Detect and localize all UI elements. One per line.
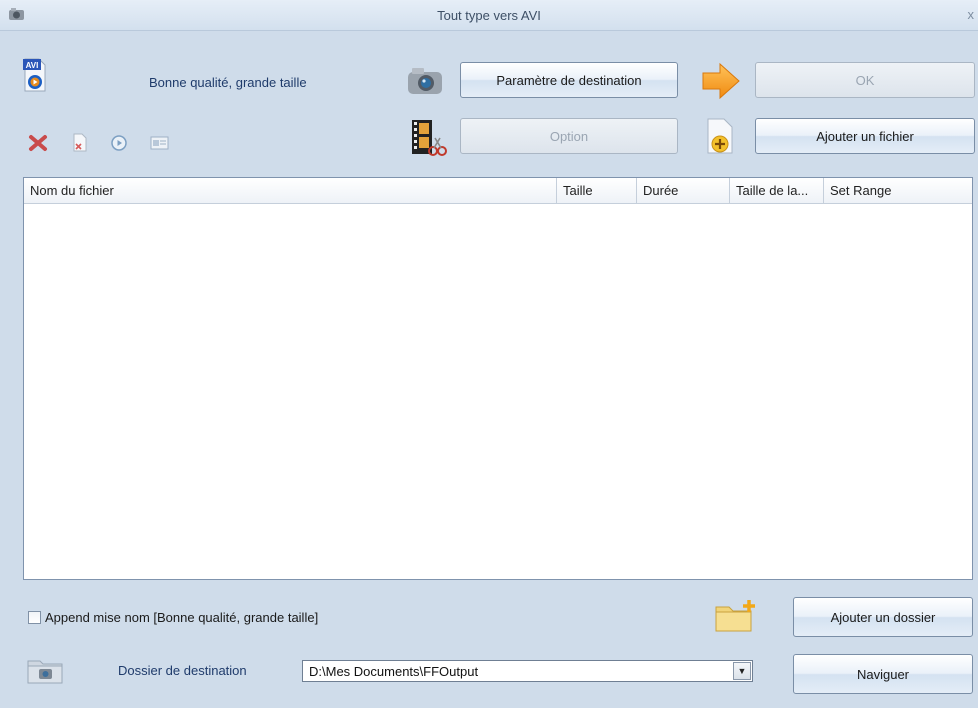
chevron-down-icon[interactable]: ▼ (733, 662, 751, 680)
destination-folder-label: Dossier de destination (118, 663, 247, 678)
info-icon[interactable] (150, 135, 170, 151)
option-button[interactable]: Option (460, 118, 678, 154)
append-name-checkbox[interactable] (28, 611, 41, 624)
destination-path-combo[interactable]: D:\Mes Documents\FFOutput ▼ (302, 660, 753, 682)
add-folder-icon[interactable] (713, 597, 759, 635)
profile-label: Bonne qualité, grande taille (149, 75, 307, 90)
play-icon[interactable] (110, 134, 128, 152)
add-file-button[interactable]: Ajouter un fichier (755, 118, 975, 154)
column-header-duration[interactable]: Durée (637, 178, 730, 203)
column-header-filename[interactable]: Nom du fichier (24, 178, 557, 203)
file-list-header: Nom du fichier Taille Durée Taille de la… (24, 178, 972, 204)
film-scissors-icon[interactable] (406, 118, 448, 158)
close-icon[interactable]: x (968, 7, 975, 22)
column-header-output-size[interactable]: Taille de la... (730, 178, 824, 203)
destination-folder-icon[interactable] (26, 656, 66, 686)
camera-settings-icon[interactable] (406, 62, 448, 98)
right-arrow-icon (700, 62, 742, 100)
add-file-icon[interactable] (704, 117, 738, 157)
title-bar: Tout type vers AVI x (0, 0, 978, 31)
remove-file-icon[interactable] (71, 133, 89, 153)
avi-file-icon[interactable]: AVI (22, 57, 48, 93)
svg-text:AVI: AVI (26, 61, 39, 70)
column-header-size[interactable]: Taille (557, 178, 637, 203)
window-title: Tout type vers AVI (437, 8, 541, 23)
delete-icon[interactable] (28, 134, 48, 152)
destination-path-value: D:\Mes Documents\FFOutput (309, 664, 479, 679)
add-folder-button[interactable]: Ajouter un dossier (793, 597, 973, 637)
browse-button[interactable]: Naviguer (793, 654, 973, 694)
ok-button[interactable]: OK (755, 62, 975, 98)
file-list[interactable]: Nom du fichier Taille Durée Taille de la… (23, 177, 973, 580)
column-header-set-range[interactable]: Set Range (824, 178, 972, 203)
append-name-label[interactable]: Append mise nom [Bonne qualité, grande t… (45, 610, 318, 625)
destination-settings-button[interactable]: Paramètre de destination (460, 62, 678, 98)
